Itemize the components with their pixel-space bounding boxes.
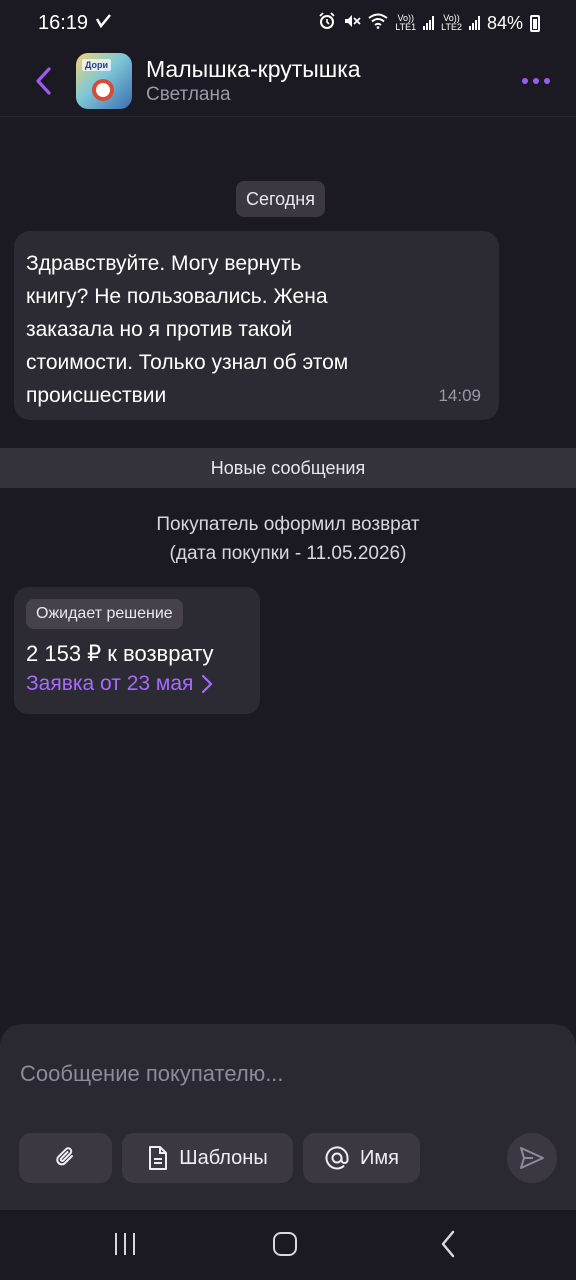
chat-screen: 16:19 Vo)) LTE1 Vo)) LTE2 84% Дори Малыш… [0, 0, 576, 1280]
home-icon [273, 1232, 297, 1256]
back-button[interactable] [22, 59, 66, 103]
incoming-message-bubble[interactable]: Здравствуйте. Могу вернуть книгу? Не пол… [14, 231, 499, 420]
avatar[interactable]: Дори [76, 53, 132, 109]
return-request-card[interactable]: Ожидает решение 2 153 ₽ к возврату Заявк… [14, 587, 260, 714]
new-messages-divider: Новые сообщения [0, 448, 576, 488]
system-back-button[interactable] [418, 1226, 478, 1262]
message-time: 14:09 [438, 386, 481, 405]
avatar-book-art [92, 79, 114, 101]
send-button[interactable] [507, 1133, 557, 1183]
sim2-lte-indicator: Vo)) LTE2 [441, 13, 462, 32]
send-icon [520, 1147, 544, 1169]
chat-subtitle: Светлана [146, 84, 231, 105]
templates-button[interactable]: Шаблоны [122, 1133, 293, 1183]
return-amount: 2 153 ₽ к возврату [26, 641, 214, 666]
message-composer: Шаблоны Имя [0, 1024, 576, 1210]
avatar-book-title: Дори [82, 59, 112, 71]
message-text: Здравствуйте. Могу вернуть книгу? Не пол… [26, 252, 349, 407]
battery-percent: 84% [486, 12, 523, 33]
paperclip-icon [55, 1147, 73, 1166]
insert-name-button[interactable]: Имя [303, 1133, 420, 1183]
recent-apps-button[interactable] [95, 1226, 155, 1262]
status-bar: 16:19 Vo)) LTE1 Vo)) LTE2 84% [0, 0, 576, 46]
date-separator: Сегодня [236, 181, 325, 217]
chat-header: Дори Малышка-крутышка Светлана [0, 46, 576, 116]
return-system-note: Покупатель оформил возврат (дата покупки… [156, 514, 420, 564]
more-dot-icon [522, 78, 528, 84]
status-badge: Ожидает решение [26, 599, 183, 629]
return-request-link-label: Заявка от 23 мая [26, 672, 194, 695]
document-icon [149, 1146, 168, 1170]
back-arrow-icon [441, 1230, 455, 1258]
check-notification-icon [95, 12, 112, 35]
more-options-button[interactable] [514, 59, 558, 103]
chevron-right-icon [202, 674, 213, 694]
wifi-icon [368, 13, 388, 34]
templates-button-label: Шаблоны [179, 1146, 268, 1169]
header-divider [0, 116, 576, 117]
alarm-icon [318, 11, 336, 35]
chat-title: Малышка-крутышка [146, 56, 361, 82]
status-time: 16:19 [38, 11, 89, 34]
home-button[interactable] [255, 1226, 315, 1262]
return-request-link[interactable]: Заявка от 23 мая [26, 669, 248, 699]
system-navigation-bar [0, 1210, 576, 1280]
insert-name-button-label: Имя [360, 1146, 399, 1169]
at-sign-icon [325, 1146, 349, 1170]
attach-button[interactable] [19, 1133, 112, 1183]
signal-1-icon [423, 16, 435, 30]
signal-2-icon [468, 16, 480, 30]
chevron-left-icon [36, 67, 51, 95]
battery-icon [530, 14, 540, 32]
sim1-lte-indicator: Vo)) LTE1 [395, 13, 417, 32]
message-input[interactable] [20, 1054, 550, 1094]
mute-icon [343, 12, 361, 35]
